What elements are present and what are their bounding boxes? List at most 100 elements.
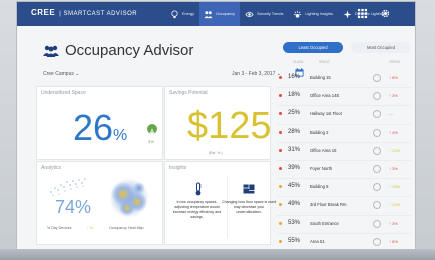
analytics-label: Occupancy Heat Map	[109, 226, 144, 230]
row-name: Foyer North	[310, 165, 333, 171]
underutilized-value: 26%	[73, 107, 127, 149]
nav-label: Security Trends	[257, 12, 284, 16]
underutilized-number: 26	[73, 107, 114, 148]
status-dot	[279, 94, 282, 98]
underutilized-unit: %	[113, 127, 128, 144]
tab-most-occupied[interactable]: Most Occupied	[351, 42, 411, 53]
campus-select[interactable]: Cree Campus ⌄	[43, 71, 79, 77]
row-trend: ↑ 12%	[389, 147, 401, 153]
nav-occupancy[interactable]: Occupancy	[199, 2, 241, 26]
status-dot	[279, 203, 282, 207]
row-name: Building 8	[310, 184, 329, 190]
table-row[interactable]: 39% Foyer North ↑ 3%	[277, 161, 411, 180]
nav-energy[interactable]: Energy	[165, 2, 199, 26]
status-dot	[279, 166, 282, 170]
row-trend: ↑ 3%	[389, 165, 398, 171]
row-trend: ↑ 12%	[389, 202, 401, 208]
occupancy-list: 16% Building 15 ↑ 8% 18% Office Area 14E ↑ 3…	[277, 70, 411, 249]
info-icon[interactable]	[373, 128, 381, 137]
down-arrow-icon	[147, 124, 157, 135]
date-range-label: Jan 3 - Feb 3, 2017	[232, 71, 276, 77]
row-trend: ↑ 15%	[389, 184, 401, 190]
status-dot	[279, 112, 282, 116]
page-title: Occupancy Advisor	[43, 42, 193, 59]
nav-label: Lighting Insights	[305, 12, 333, 16]
row-name: Hallway 1st Floor	[310, 111, 343, 117]
savings-value: $125	[187, 105, 272, 147]
nav-security[interactable]: Security Trends	[240, 2, 288, 26]
status-dot	[279, 239, 282, 243]
arrow-down-icon	[149, 129, 155, 135]
top-navbar: CREE | SMARTCAST ADVISOR Energy Occupancy…	[17, 2, 415, 26]
info-icon[interactable]	[373, 146, 381, 155]
row-name: Area 51	[310, 238, 325, 244]
table-row[interactable]: 31% Office Area 16 ↑ 12%	[277, 143, 411, 161]
thermometer-icon	[195, 182, 202, 196]
underutilized-change: 3%	[148, 139, 154, 144]
page-title-text: Occupancy Advisor	[65, 42, 194, 59]
table-row[interactable]: 28% Building 2 ↑ 4%	[277, 125, 411, 143]
heatmap-chart	[109, 178, 149, 218]
bulb-icon	[171, 10, 178, 18]
info-icon[interactable]	[373, 164, 381, 173]
status-dot	[279, 185, 282, 189]
info-icon[interactable]	[373, 201, 381, 210]
info-icon[interactable]	[373, 237, 381, 246]
row-name: South Entrance	[310, 220, 339, 226]
underutilized-panel: Underutilized Space 26% 3%	[36, 86, 163, 160]
panel-title: Underutilized Space	[41, 90, 86, 96]
analytics-value: 74%	[55, 197, 92, 217]
people-icon	[204, 10, 213, 18]
status-dot	[279, 76, 282, 79]
panel-title: Analytics	[41, 165, 62, 171]
nav-label: Occupancy	[216, 12, 236, 16]
table-row[interactable]: 49% 3rd Floor Break Rm ↑ 12%	[277, 197, 411, 216]
people-icon	[43, 45, 59, 57]
row-trend: ↑ 8%	[389, 238, 398, 244]
date-range[interactable]: Jan 3 - Feb 3, 2017 ⌄	[232, 71, 281, 77]
sparkle-icon	[343, 9, 352, 19]
row-percent: 55%	[288, 237, 301, 244]
row-percent: 39%	[288, 164, 301, 171]
table-row[interactable]: 16% Building 15 ↑ 8%	[277, 70, 411, 89]
row-trend: ↑ 4%	[389, 129, 398, 135]
sparkline-chart	[50, 178, 86, 196]
insight-text: In low occupancy spaces, adjusting tempe…	[172, 200, 222, 219]
row-name: 3rd Floor Break Rm	[310, 202, 347, 208]
occupancy-tabs: Least Occupied Most Occupied	[283, 42, 411, 53]
floorplan-icon	[243, 184, 255, 194]
table-row[interactable]: 18% Office Area 14E ↑ 3%	[277, 88, 411, 107]
campus-label: Cree Campus	[43, 71, 74, 77]
info-icon[interactable]	[373, 92, 381, 101]
info-icon[interactable]	[373, 183, 381, 192]
info-icon[interactable]	[373, 110, 381, 119]
column-header: TREND	[389, 60, 400, 64]
insight-card[interactable]: Changing how floor space is used may dec…	[219, 176, 279, 238]
row-name: Building 15	[310, 75, 331, 80]
savings-note: (Est. Yr.)	[209, 151, 223, 155]
table-row[interactable]: 25% Hallway 1st Floor —	[277, 106, 411, 125]
table-row[interactable]: 45% Building 8 ↑ 15%	[277, 179, 411, 198]
row-trend: ↑ 8%	[389, 75, 398, 80]
analytics-panel: Analytics 74% % Day Devices ↑ % Occupanc…	[36, 161, 163, 245]
info-icon[interactable]	[373, 74, 381, 82]
table-row[interactable]: 55% Area 51 ↑ 8%	[277, 234, 411, 249]
nav-lighting-insights[interactable]: Lighting Insights	[288, 2, 337, 26]
brand-logo: CREE | SMARTCAST ADVISOR	[31, 8, 137, 17]
gear-icon[interactable]	[380, 8, 391, 19]
brand-name: CREE	[31, 8, 56, 17]
row-percent: 18%	[288, 92, 301, 99]
status-dot	[279, 148, 282, 152]
status-dot	[279, 221, 282, 225]
panel-title: Savings Potential	[169, 90, 208, 96]
shield-icon	[245, 11, 254, 17]
savings-panel: Savings Potential $125 (Est. Yr.)	[164, 86, 272, 160]
row-percent: 31%	[288, 146, 301, 153]
row-percent: 53%	[288, 219, 301, 226]
grid-icon[interactable]	[357, 8, 368, 19]
info-icon[interactable]	[373, 219, 381, 228]
row-percent: 16%	[288, 74, 301, 80]
tab-least-occupied[interactable]: Least Occupied	[283, 42, 343, 53]
table-row[interactable]: 53% South Entrance ↑ 3%	[277, 216, 411, 234]
row-trend: ↑ 3%	[389, 220, 398, 226]
